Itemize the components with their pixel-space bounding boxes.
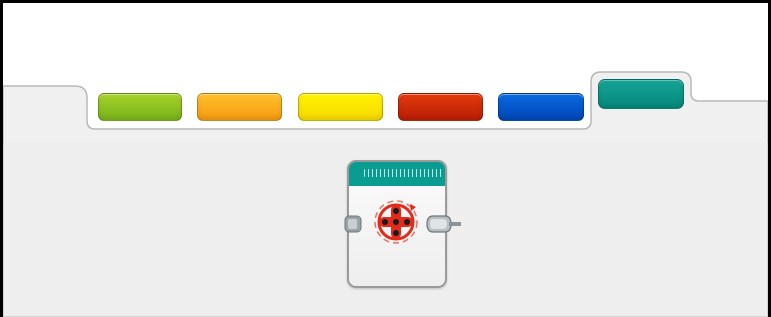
sequence-output-port[interactable] [425, 212, 463, 236]
tab-action-blocks[interactable] [98, 93, 182, 121]
tab-advanced[interactable] [498, 93, 584, 121]
move-block[interactable] [343, 158, 461, 289]
tab-data-operations[interactable] [398, 93, 483, 121]
tab-my-blocks[interactable] [598, 79, 684, 109]
sequence-input-port[interactable] [343, 213, 365, 235]
drag-grip[interactable] [364, 169, 442, 177]
block-palette [3, 3, 768, 317]
tab-sensor-blocks[interactable] [298, 93, 383, 121]
block-header [349, 162, 445, 186]
move-crosshair-icon [374, 200, 418, 244]
tab-flow-control[interactable] [197, 93, 282, 121]
programming-window [0, 0, 771, 317]
